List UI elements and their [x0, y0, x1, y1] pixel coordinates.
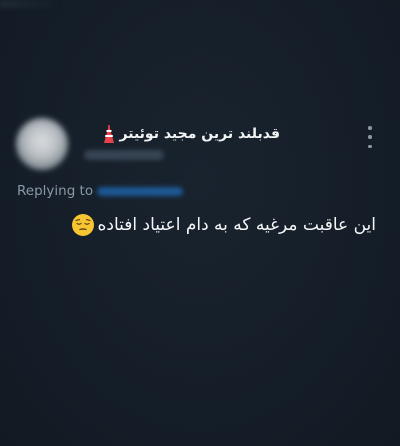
- replying-to: Replying to: [17, 182, 184, 200]
- tweet-screen: قدبلند ترین مجید توئیتر Replying to این …: [0, 0, 400, 446]
- author-handle-blurred: [84, 150, 164, 160]
- top-fade: [0, 0, 60, 8]
- author-display-name[interactable]: قدبلند ترین مجید توئیتر: [120, 126, 280, 142]
- avatar[interactable]: [16, 118, 68, 170]
- tower-emoji-icon: [103, 125, 114, 143]
- author-name-row[interactable]: قدبلند ترین مجید توئیتر: [80, 122, 280, 146]
- pensive-face-emoji-icon: [71, 214, 94, 236]
- replying-to-handle-blurred[interactable]: [97, 186, 184, 196]
- replying-to-label: Replying to: [17, 183, 94, 199]
- tweet-text-row: این عاقبت مرغیه که به دام اعتیاد افتاده: [36, 210, 376, 240]
- tweet-text: این عاقبت مرغیه که به دام اعتیاد افتاده: [97, 215, 377, 235]
- more-vertical-icon[interactable]: [362, 126, 378, 148]
